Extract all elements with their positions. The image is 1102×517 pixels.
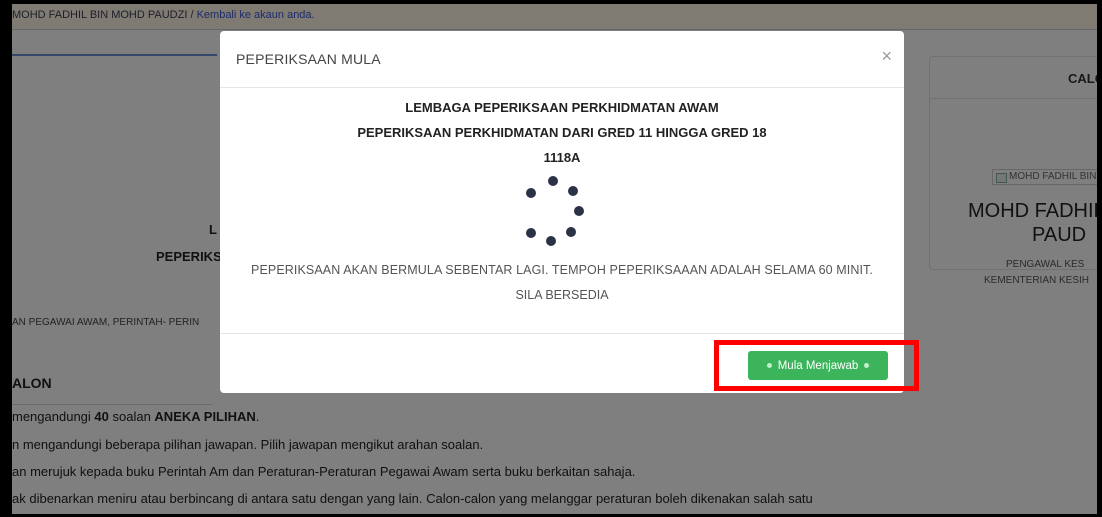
close-icon[interactable]: × [881, 47, 892, 65]
exam-start-message: PEPERIKSAAN AKAN BERMULA SEBENTAR LAGI. … [251, 263, 873, 277]
spinner-dot [566, 227, 576, 237]
screenshot-frame: MOHD FADHIL BIN MOHD PAUDZI / Kembali ke… [0, 0, 1102, 517]
modal-title: PEPERIKSAAN MULA [236, 51, 381, 67]
spinner-dot [546, 236, 556, 246]
board-heading: LEMBAGA PEPERIKSAAN PERKHIDMATAN AWAM [405, 100, 719, 115]
spinner-dot [526, 228, 536, 238]
spinner-dot [548, 176, 558, 186]
browser-viewport: MOHD FADHIL BIN MOHD PAUDZI / Kembali ke… [12, 4, 1097, 514]
spinner-dot [568, 186, 578, 196]
spinner-dot [574, 206, 584, 216]
exam-start-modal: PEPERIKSAAN MULA × LEMBAGA PEPERIKSAAN P… [220, 31, 904, 393]
exam-heading: PEPERIKSAAN PERKHIDMATAN DARI GRED 11 HI… [357, 125, 767, 140]
modal-body: LEMBAGA PEPERIKSAAN PERKHIDMATAN AWAM PE… [220, 88, 904, 334]
get-ready-message: SILA BERSEDIA [515, 288, 609, 302]
exam-code: 1118A [543, 150, 581, 165]
spinner-dot [526, 188, 536, 198]
loading-spinner-icon [512, 176, 592, 256]
highlight-box [714, 340, 919, 391]
modal-header: PEPERIKSAAN MULA × [220, 31, 904, 88]
